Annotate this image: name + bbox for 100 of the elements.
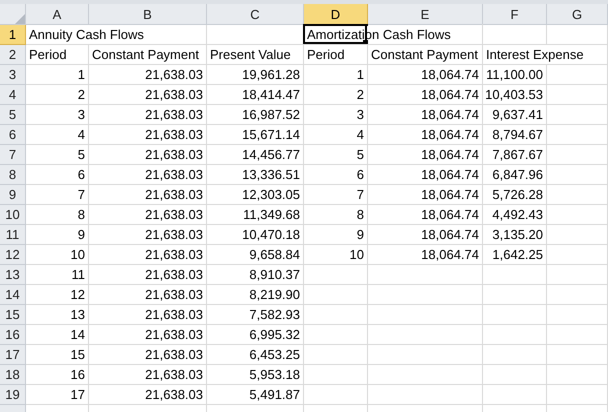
table-cell[interactable]	[547, 105, 608, 125]
table-cell[interactable]	[547, 285, 608, 305]
table-cell[interactable]: 4	[26, 125, 89, 145]
table-cell[interactable]: 21,638.03	[89, 185, 207, 205]
row-header[interactable]: 13	[0, 265, 26, 285]
table-cell[interactable]: 15	[26, 345, 89, 365]
table-cell[interactable]: 16	[26, 365, 89, 385]
table-cell[interactable]: 8,910.37	[207, 265, 304, 285]
column-header[interactable]: A	[26, 4, 89, 25]
table-cell[interactable]: Period	[304, 45, 368, 65]
table-cell[interactable]: 8	[26, 205, 89, 225]
table-cell[interactable]	[547, 365, 608, 385]
table-cell[interactable]: 21,638.03	[89, 305, 207, 325]
row-header[interactable]: 15	[0, 305, 26, 325]
table-cell[interactable]: 21,638.03	[89, 325, 207, 345]
column-header[interactable]: G	[547, 4, 608, 25]
table-cell[interactable]: 18,064.74	[368, 245, 483, 265]
row-header[interactable]: 16	[0, 325, 26, 345]
table-cell[interactable]: 21,638.03	[89, 285, 207, 305]
table-cell[interactable]: Interest Expense	[483, 45, 608, 65]
table-cell[interactable]: 6	[26, 165, 89, 185]
row-header[interactable]: 6	[0, 125, 26, 145]
table-cell[interactable]: 9,658.84	[207, 245, 304, 265]
table-cell[interactable]: 18,414.47	[207, 85, 304, 105]
table-cell[interactable]: 14	[26, 325, 89, 345]
table-cell[interactable]: Annuity Cash Flows	[26, 25, 207, 45]
table-cell[interactable]: 1,642.25	[483, 245, 547, 265]
table-cell[interactable]: 11	[26, 265, 89, 285]
table-cell[interactable]	[304, 385, 368, 405]
table-cell[interactable]: 12,303.05	[207, 185, 304, 205]
table-cell[interactable]	[304, 285, 368, 305]
table-cell[interactable]: 18,064.74	[368, 145, 483, 165]
table-cell[interactable]: 3	[26, 105, 89, 125]
table-cell[interactable]: 1	[304, 65, 368, 85]
table-cell[interactable]: 18,064.74	[368, 165, 483, 185]
table-cell[interactable]	[547, 165, 608, 185]
table-cell[interactable]	[547, 85, 608, 105]
table-cell[interactable]: 13,336.51	[207, 165, 304, 185]
table-cell[interactable]	[304, 305, 368, 325]
table-cell[interactable]	[368, 345, 483, 365]
table-cell[interactable]: 12	[26, 285, 89, 305]
row-header[interactable]: 5	[0, 105, 26, 125]
table-cell[interactable]	[547, 385, 608, 405]
row-header[interactable]: 10	[0, 205, 26, 225]
table-cell[interactable]	[483, 325, 547, 345]
table-cell[interactable]	[368, 305, 483, 325]
row-header[interactable]: 17	[0, 345, 26, 365]
table-cell[interactable]: 10	[304, 245, 368, 265]
table-cell[interactable]: Present Value	[207, 45, 304, 65]
table-cell[interactable]: 19,961.28	[207, 65, 304, 85]
table-cell[interactable]: 21,638.03	[89, 125, 207, 145]
row-header[interactable]: 1	[0, 25, 26, 45]
table-cell[interactable]	[304, 345, 368, 365]
table-cell[interactable]	[483, 385, 547, 405]
table-cell[interactable]: 6,847.96	[483, 165, 547, 185]
table-cell[interactable]: Constant Payment	[368, 45, 483, 65]
table-cell[interactable]: 10,403.53	[483, 85, 547, 105]
table-cell[interactable]: 11,100.00	[483, 65, 547, 85]
table-cell[interactable]	[368, 325, 483, 345]
table-cell[interactable]: 3	[304, 105, 368, 125]
table-cell[interactable]	[483, 285, 547, 305]
row-header[interactable]: 3	[0, 65, 26, 85]
table-cell[interactable]: 8	[304, 205, 368, 225]
table-cell[interactable]	[547, 25, 608, 45]
row-header[interactable]: 19	[0, 385, 26, 405]
table-cell[interactable]: 21,638.03	[89, 365, 207, 385]
table-cell[interactable]: 9,637.41	[483, 105, 547, 125]
column-header[interactable]: D	[304, 4, 368, 25]
table-cell[interactable]	[304, 325, 368, 345]
table-cell[interactable]: 7,867.67	[483, 145, 547, 165]
table-cell[interactable]: 18,064.74	[368, 185, 483, 205]
table-cell[interactable]	[368, 365, 483, 385]
table-cell[interactable]: 18,064.74	[368, 105, 483, 125]
table-cell[interactable]: 7,582.93	[207, 305, 304, 325]
table-cell[interactable]: 21,638.03	[89, 265, 207, 285]
table-cell[interactable]	[547, 185, 608, 205]
table-cell[interactable]	[547, 345, 608, 365]
table-cell[interactable]	[483, 265, 547, 285]
row-header[interactable]: 11	[0, 225, 26, 245]
table-cell[interactable]: 21,638.03	[89, 205, 207, 225]
table-cell[interactable]	[547, 145, 608, 165]
table-cell[interactable]: 21,638.03	[89, 225, 207, 245]
table-cell[interactable]: 16,987.52	[207, 105, 304, 125]
table-cell[interactable]: 21,638.03	[89, 65, 207, 85]
table-cell[interactable]: 21,638.03	[89, 145, 207, 165]
column-header[interactable]: F	[483, 4, 547, 25]
table-cell[interactable]: 13	[26, 305, 89, 325]
table-cell[interactable]	[547, 225, 608, 245]
table-cell[interactable]	[547, 65, 608, 85]
table-cell[interactable]	[483, 305, 547, 325]
table-cell[interactable]: 5,726.28	[483, 185, 547, 205]
row-header[interactable]: 2	[0, 45, 26, 65]
table-cell[interactable]	[304, 365, 368, 385]
table-cell[interactable]	[547, 325, 608, 345]
table-cell[interactable]: 10,470.18	[207, 225, 304, 245]
table-cell[interactable]: Constant Payment	[89, 45, 207, 65]
table-cell[interactable]	[547, 305, 608, 325]
row-header[interactable]: 4	[0, 85, 26, 105]
row-header[interactable]: 18	[0, 365, 26, 385]
table-cell[interactable]: 9	[304, 225, 368, 245]
